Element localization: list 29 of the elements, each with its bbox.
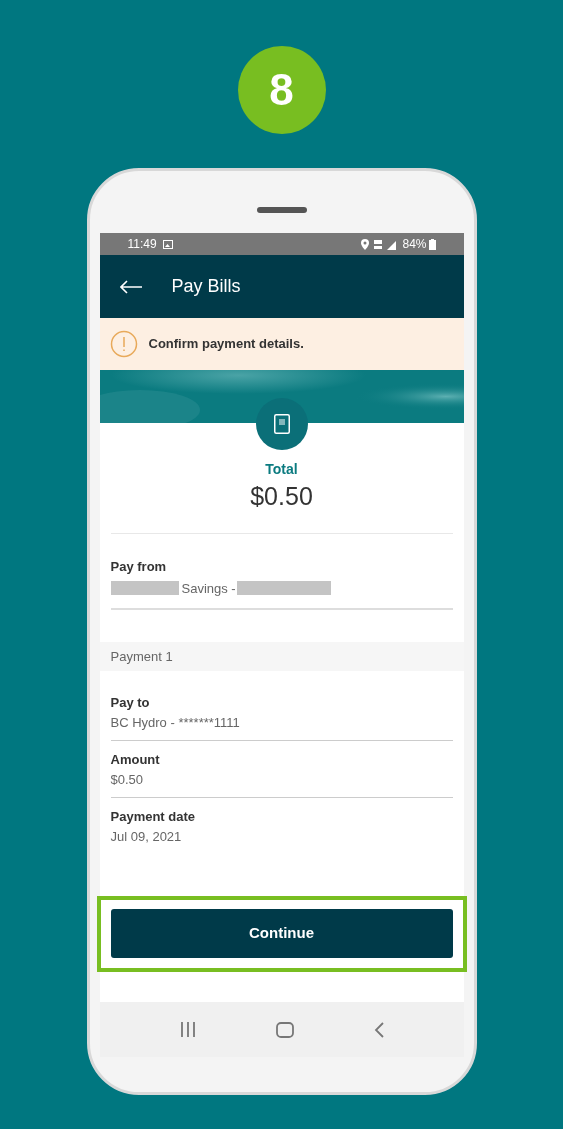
signal-icon [374,238,399,250]
field-value: BC Hydro - *******1111 [110,713,241,732]
field-label: Payment date [110,808,197,826]
location-icon [361,238,370,250]
back-arrow-icon[interactable] [119,279,142,294]
alert-text: Confirm payment details. [148,335,304,354]
field-value: Jul 09, 2021 [110,827,183,846]
receipt-icon [273,414,290,434]
total-label: Total [265,460,298,479]
back-icon[interactable] [373,1021,384,1038]
field-label: Amount [110,751,161,769]
continue-button[interactable]: Continue [110,909,453,958]
image-icon [162,239,173,249]
battery-percent: 84% [402,236,427,253]
field-label: Pay to [110,694,151,712]
total-amount: $0.50 [250,481,313,512]
step-badge: 8 [237,46,326,134]
field-value: Savings - [181,579,236,598]
section-title: Payment 1 [110,647,173,666]
header-title: Pay Bills [171,275,241,298]
warning-icon [109,330,138,358]
redaction-bar [110,581,179,596]
field-value: $0.50 [110,770,145,789]
field-label: Pay from [110,558,168,576]
recent-apps-icon[interactable] [179,1022,196,1037]
home-icon[interactable] [275,1021,294,1038]
speaker-icon [256,207,307,213]
status-time: 11:49 [127,236,157,253]
battery-icon [428,238,436,250]
